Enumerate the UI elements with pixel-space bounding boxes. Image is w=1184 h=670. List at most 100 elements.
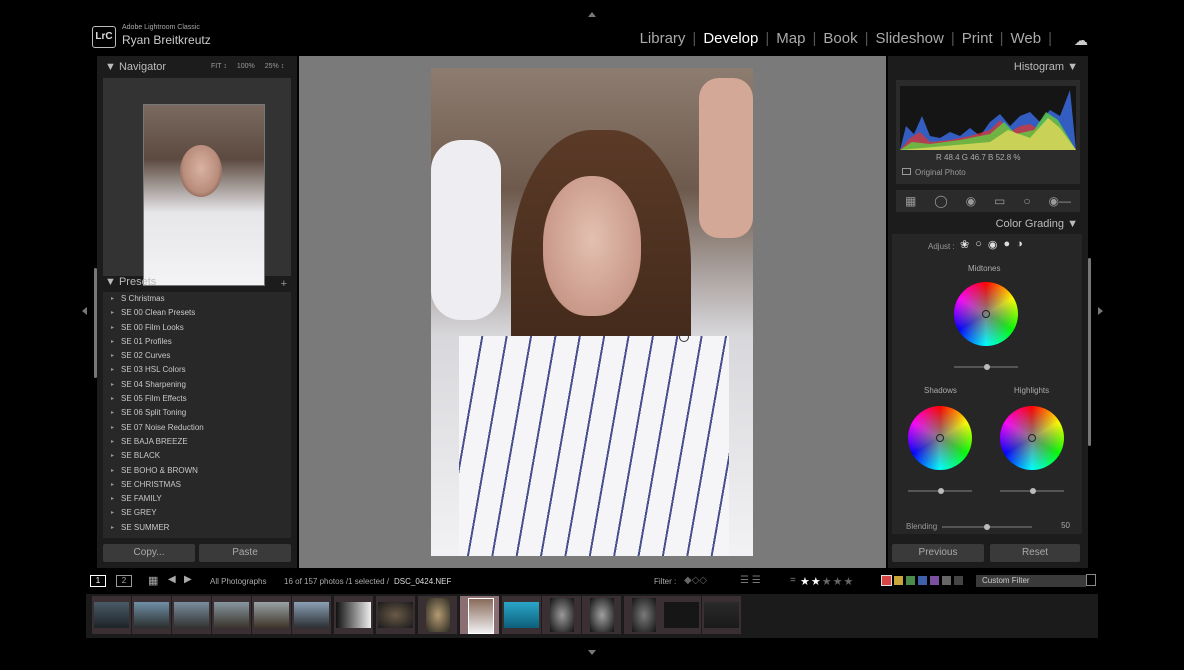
shadows-luminance-knob[interactable]	[938, 488, 944, 494]
filmstrip-thumbnail[interactable]	[212, 596, 251, 634]
global-mode-icon[interactable]: ◑	[1016, 238, 1023, 251]
three-way-icon[interactable]: ❀	[960, 238, 969, 251]
preset-folder[interactable]: SE 05 Film Effects	[103, 392, 291, 407]
filmstrip-thumbnail[interactable]	[502, 596, 541, 634]
rating-star[interactable]: ★	[822, 576, 833, 588]
preset-folder[interactable]: SE 00 Film Looks	[103, 321, 291, 336]
color-label-swatch[interactable]	[942, 576, 951, 585]
current-filename[interactable]: DSC_0424.NEF	[394, 577, 451, 586]
rating-star[interactable]: ★	[833, 576, 844, 588]
left-panel-toggle-icon[interactable]	[82, 307, 87, 315]
source-label[interactable]: All Photographs	[210, 577, 266, 586]
midtones-color-wheel[interactable]	[954, 282, 1018, 346]
filmstrip-thumbnail[interactable]	[292, 596, 331, 634]
histogram-header[interactable]: Histogram ▼	[1014, 61, 1078, 73]
color-label-swatch[interactable]	[906, 576, 915, 585]
color-label-swatch[interactable]	[894, 576, 903, 585]
shadows-luminance-slider[interactable]	[908, 488, 972, 494]
filmstrip-thumbnail[interactable]	[132, 596, 171, 634]
module-print[interactable]: Print	[955, 30, 1000, 47]
preset-folder[interactable]: SE CHRISTMAS	[103, 478, 291, 493]
radial-icon[interactable]: ○	[1023, 194, 1030, 208]
shadows-mode-icon[interactable]: ○	[975, 238, 982, 251]
filter-lock-icon[interactable]	[1086, 574, 1096, 586]
reset-button[interactable]: Reset	[990, 544, 1080, 562]
filmstrip-thumbnail[interactable]	[252, 596, 291, 634]
blending-slider[interactable]	[942, 524, 1032, 530]
rating-star[interactable]: ★	[844, 576, 855, 588]
midtones-luminance-slider[interactable]	[954, 364, 1018, 370]
preset-folder[interactable]: SE 04 Sharpening	[103, 378, 291, 393]
module-web[interactable]: Web	[1004, 30, 1049, 47]
filmstrip-thumbnail[interactable]	[172, 596, 211, 634]
add-preset-icon[interactable]: +	[281, 278, 287, 290]
back-arrow-icon[interactable]: ◀	[168, 574, 176, 585]
preset-folder[interactable]: SE 01 Profiles	[103, 335, 291, 350]
filmstrip-thumbnail[interactable]	[582, 596, 621, 634]
highlights-color-wheel[interactable]	[1000, 406, 1064, 470]
zoom-25[interactable]: 25% ↕	[265, 63, 284, 70]
navigator-preview[interactable]	[103, 78, 291, 286]
highlights-luminance-knob[interactable]	[1030, 488, 1036, 494]
secondary-window-button[interactable]: 2	[116, 575, 132, 587]
module-slideshow[interactable]: Slideshow	[868, 30, 950, 47]
custom-filter-dropdown[interactable]: Custom Filter	[976, 575, 1086, 587]
navigator-header[interactable]: ▼ Navigator	[105, 61, 166, 73]
preset-folder[interactable]: SE SUMMER	[103, 521, 291, 536]
left-scrollbar[interactable]	[94, 268, 97, 378]
color-grading-header[interactable]: Color Grading ▼	[996, 218, 1078, 230]
rating-star[interactable]: ★	[811, 576, 822, 588]
histogram[interactable]: R 48.4 G 46.7 B 52.8 % Original Photo	[896, 80, 1080, 184]
module-book[interactable]: Book	[816, 30, 864, 47]
midtones-luminance-knob[interactable]	[984, 364, 990, 370]
forward-arrow-icon[interactable]: ▶	[184, 574, 192, 585]
filmstrip-thumbnail[interactable]	[92, 596, 131, 634]
masking-icon[interactable]: ▭	[994, 194, 1005, 208]
paste-button[interactable]: Paste	[199, 544, 291, 562]
highlights-luminance-slider[interactable]	[1000, 488, 1064, 494]
zoom-100[interactable]: 100%	[237, 63, 255, 70]
previous-button[interactable]: Previous	[892, 544, 984, 562]
tool-slider-icon[interactable]: ◉—	[1049, 194, 1071, 208]
color-label-swatch[interactable]	[954, 576, 963, 585]
filmstrip-thumbnail-selected[interactable]	[460, 596, 499, 634]
filmstrip-thumbnail[interactable]	[542, 596, 581, 634]
cloud-icon[interactable]: ☁	[1074, 32, 1088, 49]
module-develop[interactable]: Develop	[696, 30, 765, 47]
image-canvas[interactable]	[299, 56, 886, 568]
preset-folder[interactable]: SE 06 Split Toning	[103, 406, 291, 421]
preset-folder[interactable]: SE 00 Clean Presets	[103, 306, 291, 321]
preset-folder[interactable]: SE BOHO & BROWN	[103, 464, 291, 479]
blending-knob[interactable]	[984, 524, 990, 530]
presets-header[interactable]: ▼ Presets	[105, 276, 293, 288]
filmstrip-thumbnail[interactable]	[418, 596, 457, 634]
main-photo[interactable]	[431, 68, 753, 556]
midtones-mode-icon[interactable]: ◉	[988, 238, 998, 251]
highlights-handle[interactable]	[1028, 434, 1036, 442]
flag-filter-icons[interactable]: ◆◇◇	[684, 575, 707, 586]
right-panel-toggle-icon[interactable]	[1098, 307, 1103, 315]
top-panel-toggle-icon[interactable]	[588, 12, 596, 17]
preset-folder[interactable]: S Christmas	[103, 292, 291, 307]
preset-folder[interactable]: SE 02 Curves	[103, 349, 291, 364]
filmstrip-thumbnail[interactable]	[662, 596, 701, 634]
blending-value[interactable]: 50	[1061, 521, 1070, 530]
sort-icons[interactable]: ☰ ☰	[740, 575, 761, 586]
filmstrip-thumbnail[interactable]	[334, 596, 373, 634]
preset-folder[interactable]: SE FAMILY	[103, 492, 291, 507]
zoom-fit[interactable]: FIT ↕	[211, 63, 227, 70]
module-library[interactable]: Library	[633, 30, 693, 47]
spot-removal-icon[interactable]: ◯	[934, 194, 947, 208]
preset-folder[interactable]: SE GREY	[103, 506, 291, 521]
color-label-swatch[interactable]	[930, 576, 939, 585]
crop-icon[interactable]: ▦	[905, 194, 916, 208]
grid-view-icon[interactable]: ▦	[148, 574, 158, 587]
rating-operator[interactable]: =	[790, 575, 796, 586]
color-label-swatch[interactable]	[918, 576, 927, 585]
right-scrollbar[interactable]	[1088, 258, 1091, 446]
original-photo-toggle[interactable]: Original Photo	[902, 168, 966, 177]
module-map[interactable]: Map	[769, 30, 812, 47]
color-label-swatch[interactable]	[881, 575, 892, 586]
highlights-mode-icon[interactable]: ●	[1003, 238, 1010, 251]
preset-folder[interactable]: SE BAJA BREEZE	[103, 435, 291, 450]
